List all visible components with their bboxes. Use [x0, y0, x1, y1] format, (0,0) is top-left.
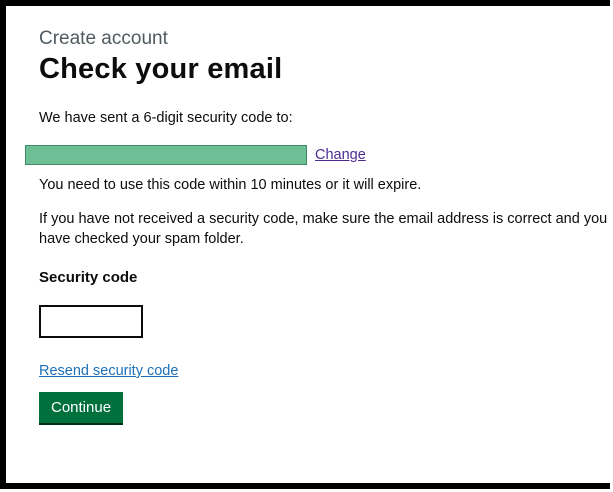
redacted-email-address	[25, 145, 307, 165]
expiry-message: You need to use this code within 10 minu…	[39, 177, 422, 193]
email-row: Change	[25, 145, 609, 165]
continue-button[interactable]: Continue	[39, 392, 124, 423]
page-caption: Create account	[39, 28, 168, 49]
page-title: Check your email	[39, 53, 283, 85]
sent-message: We have sent a 6-digit security code to:	[39, 110, 293, 126]
change-email-link[interactable]: Change	[315, 147, 366, 163]
spam-message: If you have not received a security code…	[39, 211, 608, 247]
security-code-input[interactable]	[39, 305, 143, 338]
security-code-label: Security code	[39, 269, 138, 286]
resend-security-code-link[interactable]: Resend security code	[39, 363, 178, 379]
main-content: Create account Check your email We have …	[25, 28, 609, 423]
